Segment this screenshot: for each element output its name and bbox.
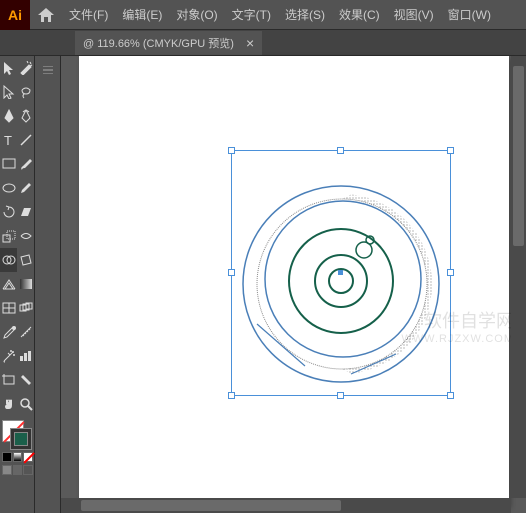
- hand-tool[interactable]: [0, 392, 17, 416]
- menu-effect[interactable]: 效果(C): [332, 0, 387, 30]
- home-icon: [38, 8, 54, 22]
- panel-toggle-handle[interactable]: [35, 56, 60, 84]
- scrollbar-thumb[interactable]: [513, 66, 524, 246]
- zoom-tool[interactable]: [17, 392, 34, 416]
- top-menu-bar: Ai 文件(F) 编辑(E) 对象(O) 文字(T) 选择(S) 效果(C) 视…: [0, 0, 526, 30]
- color-swatches: [0, 416, 35, 479]
- menu: 文件(F) 编辑(E) 对象(O) 文字(T) 选择(S) 效果(C) 视图(V…: [62, 0, 498, 30]
- draw-behind[interactable]: [13, 465, 23, 475]
- resize-handle-bl[interactable]: [228, 392, 235, 399]
- resize-handle-tl[interactable]: [228, 147, 235, 154]
- ellipse-tool[interactable]: [0, 176, 17, 200]
- pen-tool[interactable]: [0, 104, 17, 128]
- curvature-tool[interactable]: [17, 104, 34, 128]
- canvas[interactable]: 软件自学网 WWW.RJZXW.COM: [61, 56, 526, 513]
- watermark: 软件自学网 WWW.RJZXW.COM: [401, 311, 514, 346]
- menu-object[interactable]: 对象(O): [169, 0, 224, 30]
- draw-normal[interactable]: [2, 465, 12, 475]
- menu-type[interactable]: 文字(T): [225, 0, 278, 30]
- horizontal-scrollbar[interactable]: [61, 498, 511, 513]
- free-transform-tool[interactable]: [17, 248, 34, 272]
- paintbrush-tool[interactable]: [17, 152, 34, 176]
- document-tab[interactable]: @ 119.66% (CMYK/GPU 预览) ×: [75, 31, 262, 55]
- none-mode-swatch[interactable]: [23, 452, 33, 462]
- width-tool[interactable]: [17, 224, 34, 248]
- blend-tool[interactable]: [17, 296, 34, 320]
- symbol-sprayer-tool[interactable]: [0, 344, 17, 368]
- draw-inside[interactable]: [23, 465, 33, 475]
- slice-tool[interactable]: [17, 368, 34, 392]
- resize-handle-br[interactable]: [447, 392, 454, 399]
- eyedropper-tool[interactable]: [0, 320, 17, 344]
- artboard-tool[interactable]: [0, 368, 17, 392]
- menu-file[interactable]: 文件(F): [62, 0, 115, 30]
- menu-select[interactable]: 选择(S): [278, 0, 332, 30]
- perspective-grid-tool[interactable]: [0, 272, 17, 296]
- resize-handle-ml[interactable]: [228, 269, 235, 276]
- direct-selection-tool[interactable]: [0, 80, 17, 104]
- document-tab-bar: @ 119.66% (CMYK/GPU 预览) ×: [0, 30, 526, 56]
- svg-text:T: T: [4, 134, 12, 146]
- scrollbar-thumb[interactable]: [81, 500, 341, 511]
- lasso-tool[interactable]: [17, 80, 34, 104]
- gradient-mode-swatch[interactable]: [13, 452, 23, 462]
- eraser-tool[interactable]: [17, 200, 34, 224]
- selection-center-icon: [338, 270, 343, 275]
- selection-bounding-box[interactable]: [231, 150, 451, 396]
- scale-tool[interactable]: [0, 224, 17, 248]
- mesh-tool[interactable]: [0, 296, 17, 320]
- color-mode-swatch[interactable]: [2, 452, 12, 462]
- shape-builder-tool[interactable]: [0, 248, 17, 272]
- home-button[interactable]: [30, 1, 62, 29]
- resize-handle-tm[interactable]: [337, 147, 344, 154]
- magic-wand-tool[interactable]: [17, 56, 34, 80]
- measure-tool[interactable]: [17, 320, 34, 344]
- type-tool[interactable]: T: [0, 128, 17, 152]
- vertical-scrollbar[interactable]: [511, 56, 526, 498]
- selection-tool[interactable]: [0, 56, 17, 80]
- tool-panel: T: [0, 56, 35, 513]
- resize-handle-tr[interactable]: [447, 147, 454, 154]
- resize-handle-bm[interactable]: [337, 392, 344, 399]
- app-logo: Ai: [0, 0, 30, 30]
- menu-edit[interactable]: 编辑(E): [115, 0, 169, 30]
- rotate-tool[interactable]: [0, 200, 17, 224]
- line-tool[interactable]: [17, 128, 34, 152]
- gradient-tool[interactable]: [17, 272, 34, 296]
- menu-view[interactable]: 视图(V): [387, 0, 441, 30]
- pencil-tool[interactable]: [17, 176, 34, 200]
- tab-close-button[interactable]: ×: [246, 35, 254, 51]
- rectangle-tool[interactable]: [0, 152, 17, 176]
- tab-title: @ 119.66% (CMYK/GPU 预览): [83, 35, 234, 51]
- stroke-swatch[interactable]: [10, 428, 32, 450]
- panel-dock: [35, 56, 61, 513]
- column-graph-tool[interactable]: [17, 344, 34, 368]
- resize-handle-mr[interactable]: [447, 269, 454, 276]
- menu-window[interactable]: 窗口(W): [441, 0, 498, 30]
